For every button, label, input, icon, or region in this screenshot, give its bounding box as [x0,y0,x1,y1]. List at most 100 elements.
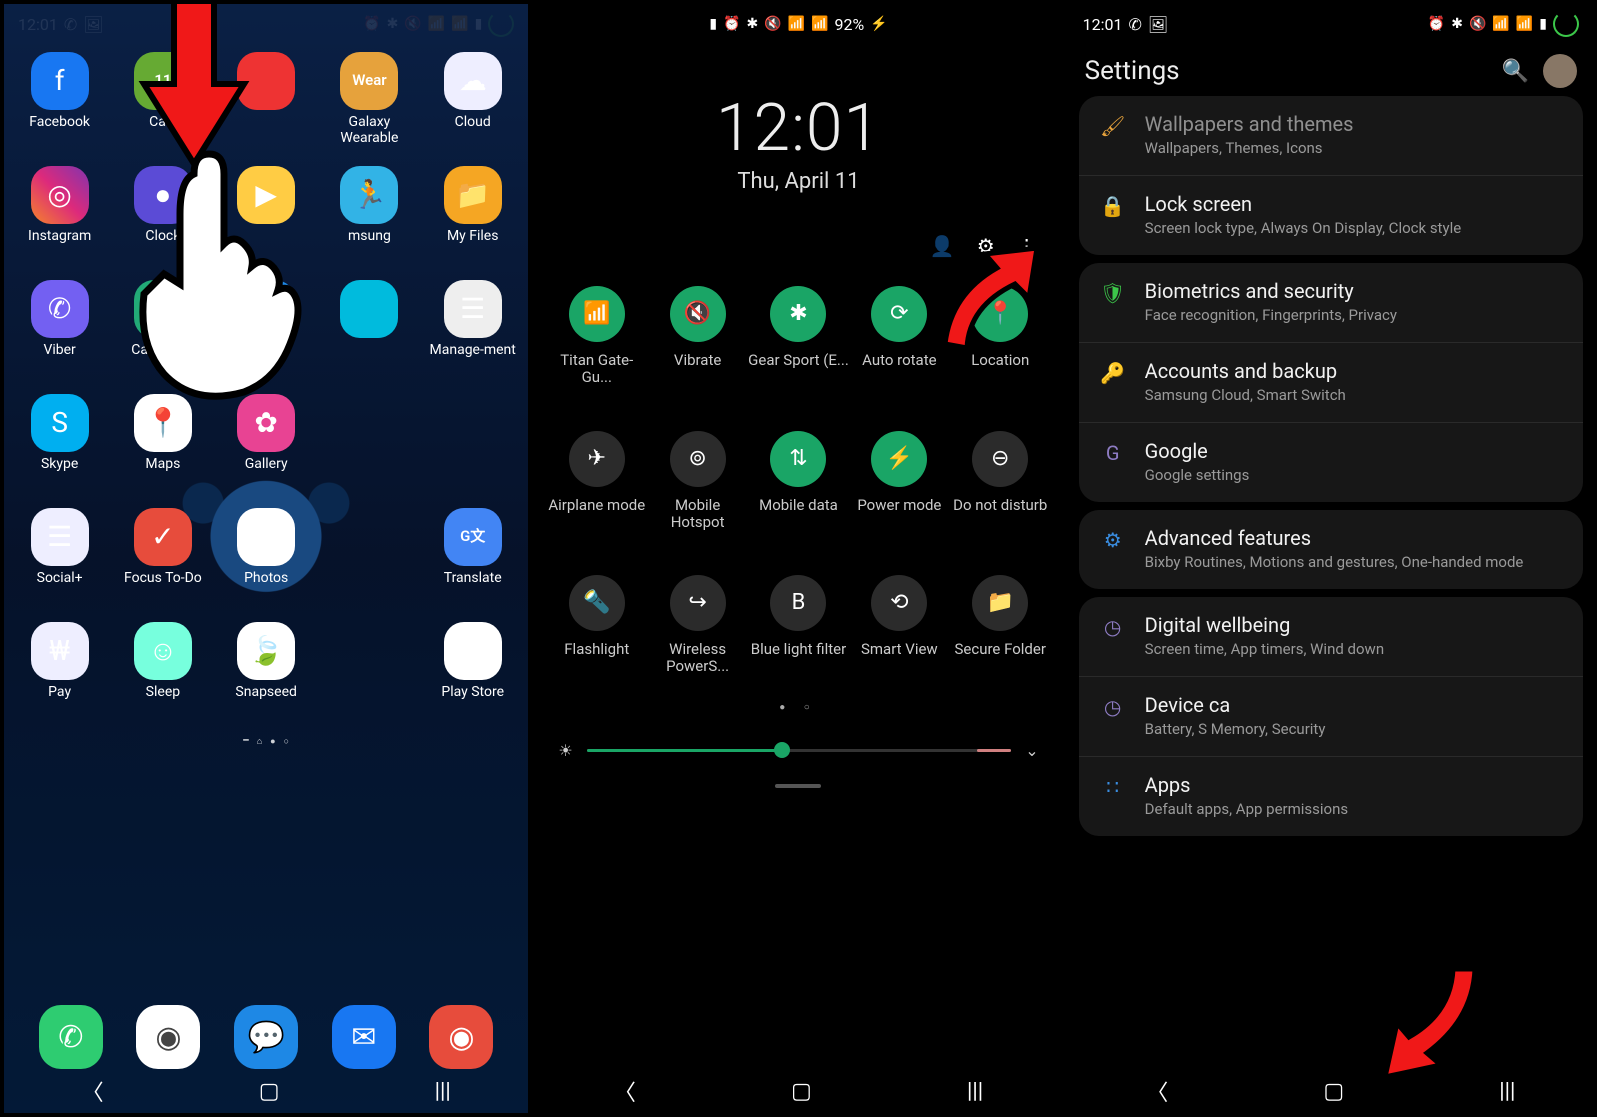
qs-toggle-icon: ⇅ [770,431,826,487]
settings-row[interactable]: GGoogleGoogle settings [1079,422,1583,502]
dock-app[interactable]: 💬 [234,1005,298,1069]
dock-app[interactable]: ✆ [39,1005,103,1069]
app-icon: 🍃 [237,622,295,680]
settings-row-title: Lock screen [1145,192,1462,216]
app-label: Clock [145,228,180,262]
settings-row-icon: G [1099,439,1127,484]
settings-row[interactable]: ∷AppsDefault apps, App permissions [1079,756,1583,836]
app-item[interactable]: SSkype [10,394,109,490]
app-item[interactable]: fFacebook [10,52,109,148]
search-icon[interactable]: 🔍 [1502,59,1529,84]
qs-toggle[interactable]: ⚡Power mode [849,431,950,532]
qs-pager[interactable]: ● ○ [536,702,1060,713]
recent-button[interactable]: ||| [1499,1079,1515,1104]
settings-row-icon: ⚙ [1099,526,1127,571]
qs-toggle-icon: 🔦 [569,575,625,631]
settings-list[interactable]: 🖌Wallpapers and themesWallpapers, Themes… [1069,96,1593,836]
settings-row[interactable]: 🖌Wallpapers and themesWallpapers, Themes… [1079,96,1583,175]
user-icon[interactable]: 👤 [930,234,955,258]
settings-row-icon: 🖌 [1099,112,1127,157]
app-item[interactable]: ±Calculator [113,280,212,376]
app-item[interactable]: ☰Social+ [10,508,109,604]
brightness-thumb[interactable] [774,742,790,758]
page-indicator[interactable]: ━ ⌂ ● ○ [4,736,528,747]
settings-row[interactable]: ◷Digital wellbeingScreen time, App timer… [1079,597,1583,676]
qs-toggle-icon: ⊖ [972,431,1028,487]
qs-toggle[interactable]: 🔇Vibrate [647,286,748,387]
app-item[interactable]: 🍃Snapseed [217,622,316,718]
settings-row[interactable]: ◷Device caBattery, S Memory, Security [1079,676,1583,756]
qs-toggle[interactable]: ↪Wireless PowerS... [647,575,748,676]
app-item[interactable]: ✿Gallery [217,394,316,490]
app-item[interactable] [217,280,316,376]
settings-row-title: Accounts and backup [1145,359,1346,383]
app-label: Social+ [37,570,83,604]
app-item[interactable]: ₩Pay [10,622,109,718]
qs-toggle[interactable]: 📍Location [950,286,1051,387]
settings-row[interactable]: 🛡Biometrics and securityFace recognition… [1079,263,1583,342]
brightness-expand-icon[interactable]: ⌄ [1025,741,1038,760]
app-item[interactable]: 📍Maps [113,394,212,490]
qs-toggle[interactable]: ✈Airplane mode [546,431,647,532]
settings-row-subtitle: Screen lock type, Always On Display, Clo… [1145,219,1462,237]
app-item[interactable]: ☁Cloud [423,52,522,148]
dock-app[interactable]: ◉ [429,1005,493,1069]
brightness-track[interactable] [587,749,1012,752]
settings-gear-icon[interactable]: ⚙ [977,234,995,258]
back-button[interactable]: 〈 [614,1075,636,1107]
app-item[interactable]: ▶Play Store [423,622,522,718]
app-item[interactable]: ✦Photos [217,508,316,604]
alarm-icon: ⏰ [723,16,740,32]
qs-toggle-icon: 📍 [972,286,1028,342]
app-item[interactable]: ◎Instagram [10,166,109,262]
qs-toggle[interactable]: ⇅Mobile data [748,431,849,532]
app-item[interactable]: 📁My Files [423,166,522,262]
settings-row[interactable]: ⚙Advanced featuresBixby Routines, Motion… [1079,510,1583,589]
app-item[interactable] [320,280,419,376]
app-item[interactable]: 🏃msung [320,166,419,262]
app-item[interactable]: 11Cale [113,52,212,148]
app-item[interactable]: ☺Sleep [113,622,212,718]
home-button[interactable]: ▢ [259,1079,280,1104]
qs-toggle[interactable]: BBlue light filter [748,575,849,676]
app-item[interactable]: WearGalaxy Wearable [320,52,419,148]
more-menu-icon[interactable]: ⋮ [1017,234,1037,258]
qs-toggle[interactable]: 📶Titan Gate-Gu... [546,286,647,387]
panel-handle[interactable] [775,784,821,788]
app-item[interactable]: G文Translate [423,508,522,604]
app-item[interactable]: ●Clock [113,166,212,262]
qs-toggle-label: Flashlight [546,641,647,658]
recent-button[interactable]: ||| [967,1079,983,1104]
settings-row[interactable]: 🔒Lock screenScreen lock type, Always On … [1079,175,1583,255]
qs-toggle[interactable]: ⟲Smart View [849,575,950,676]
mute-icon: 🔇 [1469,16,1486,32]
home-button[interactable]: ▢ [791,1079,812,1104]
viber-status-icon: ✆ [1129,15,1142,34]
dock-app[interactable]: ✉ [332,1005,396,1069]
app-item[interactable]: ✆Viber [10,280,109,376]
qs-toggle[interactable]: ✱Gear Sport (E... [748,286,849,387]
dock-app[interactable]: ◉ [136,1005,200,1069]
settings-row[interactable]: 🔑Accounts and backupSamsung Cloud, Smart… [1079,342,1583,422]
qs-toggle[interactable]: ⊖Do not disturb [950,431,1051,532]
qs-toggle[interactable]: ⊚Mobile Hotspot [647,431,748,532]
recent-button[interactable]: ||| [435,1079,451,1104]
back-button[interactable]: 〈 [82,1075,104,1107]
app-item[interactable]: ✓Focus To-Do [113,508,212,604]
app-item[interactable]: ☰Manage-ment [423,280,522,376]
settings-row-icon: 🔑 [1099,359,1127,404]
qs-toggle[interactable]: ⟳Auto rotate [849,286,950,387]
app-icon: ▶ [237,166,295,224]
app-item[interactable] [217,52,316,148]
app-grid[interactable]: fFacebook11Cale WearGalaxy Wearable☁Cloud… [4,44,528,718]
home-button[interactable]: ▢ [1323,1079,1344,1104]
brightness-slider[interactable]: ☀ ⌄ [536,713,1060,760]
back-button[interactable]: 〈 [1146,1075,1168,1107]
profile-avatar[interactable] [1543,54,1577,88]
app-item[interactable]: ▶ [217,166,316,262]
app-icon: ☰ [444,280,502,338]
image-status-icon: 🖼 [1148,15,1168,34]
brightness-fill [587,749,782,752]
qs-toggle[interactable]: 📁Secure Folder [950,575,1051,676]
qs-toggle[interactable]: 🔦 Flashlight [546,575,647,676]
